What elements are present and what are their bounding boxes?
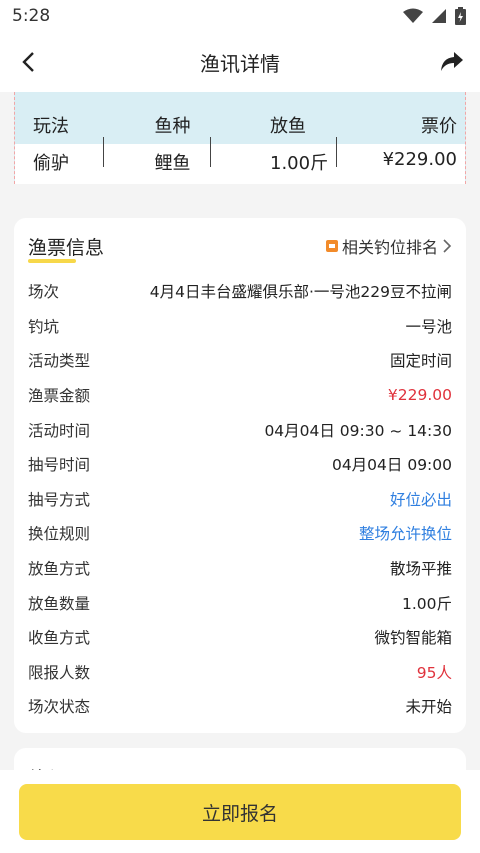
ticket-info-card: 渔票信息 相关钓位排名 场次 4月4日丰台盛耀俱乐部·一号池229豆不拉闸 钓坑… — [14, 218, 466, 733]
chevron-right-icon — [443, 239, 452, 253]
signup-button[interactable]: 立即报名 — [19, 784, 461, 840]
info-row-collect-method: 收鱼方式 微钓智能箱 — [28, 620, 452, 655]
row-label: 场次状态 — [28, 698, 91, 717]
row-label: 抽号方式 — [28, 490, 91, 509]
banner-header-species: 鱼种 — [154, 116, 191, 137]
row-value: 未开始 — [405, 698, 452, 717]
nav-bar: 渔讯详情 — [0, 32, 480, 92]
row-value: 04月04日 09:00 — [331, 456, 452, 475]
row-value: 95人 — [416, 663, 452, 682]
row-label: 限报人数 — [28, 663, 91, 682]
battery-icon — [455, 7, 466, 25]
row-value: 4月4日丰台盛耀俱乐部·一号池229豆不拉闸 — [149, 283, 452, 302]
page-title: 渔讯详情 — [200, 51, 280, 76]
row-label: 场次 — [28, 283, 60, 302]
wifi-icon — [403, 8, 423, 23]
info-row-activity-type: 活动类型 固定时间 — [28, 343, 452, 378]
chevron-left-icon — [22, 52, 34, 72]
banner-header-release: 放鱼 — [270, 116, 306, 137]
rank-link-label: 相关钓位排名 — [341, 238, 438, 257]
row-label: 活动类型 — [28, 352, 91, 371]
rank-link[interactable]: 相关钓位排名 — [325, 234, 452, 258]
row-value: 一号池 — [405, 317, 452, 336]
banner-header-play: 玩法 — [33, 116, 69, 137]
banner-value-species: 鲤鱼 — [154, 153, 191, 174]
info-row-limit: 限报人数 95人 — [28, 655, 452, 690]
row-label: 放鱼方式 — [28, 560, 91, 579]
info-row-ticket-amount: 渔票金额 ¥229.00 — [28, 378, 452, 413]
cell-signal-icon — [432, 9, 446, 23]
info-row-release-method: 放鱼方式 散场平推 — [28, 551, 452, 586]
banner-value-release: 1.00斤 — [270, 153, 329, 174]
row-label: 钓坑 — [28, 317, 60, 336]
info-row-activity-time: 活动时间 04月04日 09:30 ~ 14:30 — [28, 412, 452, 447]
row-value: 固定时间 — [389, 352, 452, 371]
bottom-bar: 立即报名 — [0, 770, 480, 853]
row-label: 活动时间 — [28, 421, 91, 440]
info-row-pond: 钓坑 一号池 — [28, 309, 452, 344]
row-value: 微钓智能箱 — [374, 629, 452, 648]
banner-value-price: ¥229.00 — [382, 149, 457, 170]
info-row-swap-rule: 换位规则 整场允许换位 — [28, 516, 452, 551]
banner-header-price: 票价 — [421, 116, 457, 137]
info-row-draw-method: 抽号方式 好位必出 — [28, 482, 452, 517]
status-bar: 5:28 — [0, 0, 480, 32]
row-label: 渔票金额 — [28, 387, 91, 406]
draw-method-link[interactable]: 好位必出 — [390, 488, 452, 510]
status-time: 5:28 — [12, 6, 51, 26]
share-button[interactable] — [438, 48, 466, 76]
row-label: 放鱼数量 — [28, 594, 91, 613]
row-label: 收鱼方式 — [28, 629, 91, 648]
banner-values: 偷驴 鲤鱼 1.00斤 ¥229.00 — [15, 149, 465, 175]
swap-rule-link[interactable]: 整场允许换位 — [359, 522, 452, 544]
summary-banner: 玩法 鱼种 放鱼 票价 偷驴 鲤鱼 1.00斤 ¥229.00 — [14, 92, 466, 184]
status-icons — [403, 7, 466, 25]
row-label: 换位规则 — [28, 525, 91, 544]
share-icon — [441, 52, 463, 71]
row-value: 1.00斤 — [401, 594, 452, 613]
row-value: ¥229.00 — [387, 386, 452, 405]
rank-icon — [325, 240, 338, 252]
ticket-section-title: 渔票信息 — [28, 233, 104, 263]
info-row-status: 场次状态 未开始 — [28, 689, 452, 724]
banner-value-play: 偷驴 — [33, 153, 69, 174]
row-label: 抽号时间 — [28, 456, 91, 475]
info-row-session: 场次 4月4日丰台盛耀俱乐部·一号池229豆不拉闸 — [28, 274, 452, 309]
row-value: 散场平推 — [389, 560, 452, 579]
banner-headers: 玩法 鱼种 放鱼 票价 — [15, 112, 465, 138]
info-row-draw-time: 抽号时间 04月04日 09:00 — [28, 447, 452, 482]
ticket-card-header: 渔票信息 相关钓位排名 — [28, 232, 452, 263]
row-value: 04月04日 09:30 ~ 14:30 — [264, 421, 452, 440]
info-row-release-amount: 放鱼数量 1.00斤 — [28, 585, 452, 620]
back-button[interactable] — [14, 48, 42, 76]
